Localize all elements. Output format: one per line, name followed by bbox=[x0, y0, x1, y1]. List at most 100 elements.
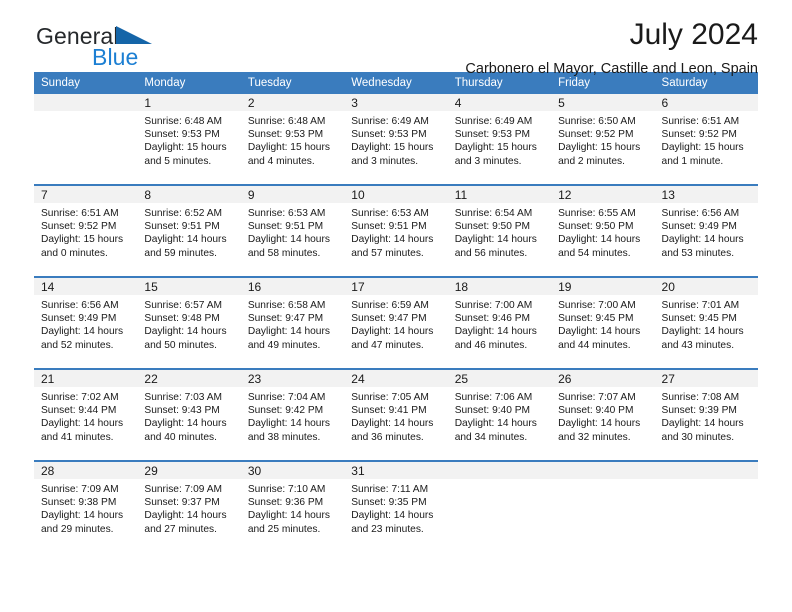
sunset-text: Sunset: 9:51 PM bbox=[351, 221, 427, 233]
sunset-text: Sunset: 9:35 PM bbox=[351, 497, 427, 509]
daylight-text-line2: and 59 minutes. bbox=[144, 247, 217, 259]
daylight-text-line2: and 41 minutes. bbox=[41, 431, 114, 443]
daylight-text-line1: Daylight: 15 hours bbox=[454, 142, 537, 154]
sunrise-text: Sunrise: 6:56 AM bbox=[41, 300, 119, 311]
day-number: 26 bbox=[551, 370, 655, 387]
calendar-day-cell[interactable]: 22 Sunrise: 7:03 AM Sunset: 9:43 PM Dayligh… bbox=[137, 368, 241, 461]
calendar-day-cell[interactable]: 11 Sunrise: 6:54 AM Sunset: 9:50 PM Dayligh… bbox=[447, 184, 552, 277]
calendar-empty-cell bbox=[34, 94, 138, 185]
sunrise-text: Sunrise: 7:01 AM bbox=[661, 300, 740, 311]
day-details: Sunrise: 6:51 AM Sunset: 9:52 PM Daylight:… bbox=[655, 111, 758, 168]
page-title: July 2024 bbox=[629, 18, 758, 51]
sunrise-text: Sunrise: 7:04 AM bbox=[247, 392, 326, 403]
sunrise-text: Sunrise: 7:06 AM bbox=[454, 392, 533, 403]
daylight-text-line2: and 46 minutes. bbox=[454, 339, 528, 351]
day-details: Sunrise: 6:57 AM Sunset: 9:48 PM Daylight:… bbox=[137, 295, 240, 352]
daylight-text-line2: and 44 minutes. bbox=[558, 339, 631, 351]
calendar-day-cell[interactable]: 8 Sunrise: 6:52 AM Sunset: 9:51 PM Daylight… bbox=[137, 184, 241, 277]
day-number: 15 bbox=[137, 278, 241, 295]
calendar-day-cell[interactable]: 6 Sunrise: 6:51 AM Sunset: 9:52 PM Daylight… bbox=[654, 94, 758, 185]
daylight-text-line2: and 52 minutes. bbox=[41, 339, 114, 351]
day-number: 5 bbox=[551, 94, 655, 111]
daylight-text-line1: Daylight: 14 hours bbox=[41, 418, 124, 430]
sunset-text: Sunset: 9:53 PM bbox=[351, 129, 427, 141]
sunset-text: Sunset: 9:45 PM bbox=[661, 313, 737, 325]
day-details: Sunrise: 7:10 AM Sunset: 9:36 PM Daylight:… bbox=[241, 479, 344, 536]
sunrise-text: Sunrise: 6:49 AM bbox=[454, 116, 533, 127]
daylight-text-line2: and 32 minutes. bbox=[558, 431, 631, 443]
calendar-day-cell[interactable]: 25 Sunrise: 7:06 AM Sunset: 9:40 PM Dayligh… bbox=[447, 368, 552, 461]
day-details: Sunrise: 6:48 AM Sunset: 9:53 PM Daylight:… bbox=[137, 111, 240, 168]
general-blue-logo[interactable]: General Blue bbox=[36, 24, 236, 72]
sunrise-text: Sunrise: 7:02 AM bbox=[41, 392, 119, 403]
calendar-page: General Blue July 2024 Carbonero el Mayo… bbox=[0, 0, 792, 612]
calendar-day-cell[interactable]: 30 Sunrise: 7:10 AM Sunset: 9:36 PM Dayligh… bbox=[240, 460, 345, 552]
calendar-day-cell[interactable]: 9 Sunrise: 6:53 AM Sunset: 9:51 PM Daylight… bbox=[240, 184, 345, 277]
day-details: Sunrise: 6:55 AM Sunset: 9:50 PM Daylight:… bbox=[551, 203, 654, 260]
daylight-text-line2: and 4 minutes. bbox=[247, 155, 315, 167]
calendar-day-cell[interactable]: 4 Sunrise: 6:49 AM Sunset: 9:53 PM Daylight… bbox=[447, 94, 552, 185]
sunset-text: Sunset: 9:49 PM bbox=[661, 221, 737, 233]
calendar-day-cell[interactable]: 5 Sunrise: 6:50 AM Sunset: 9:52 PM Daylight… bbox=[551, 94, 655, 185]
daylight-text-line1: Daylight: 15 hours bbox=[247, 142, 330, 154]
day-details: Sunrise: 6:49 AM Sunset: 9:53 PM Daylight:… bbox=[344, 111, 447, 168]
calendar-day-cell[interactable]: 7 Sunrise: 6:51 AM Sunset: 9:52 PM Daylight… bbox=[34, 184, 138, 277]
daylight-text-line2: and 30 minutes. bbox=[661, 431, 735, 443]
daylight-text-line2: and 57 minutes. bbox=[351, 247, 424, 259]
calendar-day-cell[interactable]: 10 Sunrise: 6:53 AM Sunset: 9:51 PM Dayligh… bbox=[344, 184, 448, 277]
calendar-day-cell[interactable]: 26 Sunrise: 7:07 AM Sunset: 9:40 PM Dayligh… bbox=[551, 368, 655, 461]
daylight-text-line1: Daylight: 14 hours bbox=[41, 510, 124, 522]
daylight-text-line2: and 38 minutes. bbox=[247, 431, 321, 443]
calendar-day-cell[interactable]: 18 Sunrise: 7:00 AM Sunset: 9:46 PM Dayligh… bbox=[447, 276, 552, 369]
sunset-text: Sunset: 9:38 PM bbox=[41, 497, 117, 509]
day-number: 28 bbox=[34, 462, 138, 479]
daylight-text-line2: and 40 minutes. bbox=[144, 431, 217, 443]
daylight-text-line1: Daylight: 14 hours bbox=[144, 418, 227, 430]
calendar-day-cell[interactable]: 20 Sunrise: 7:01 AM Sunset: 9:45 PM Dayligh… bbox=[654, 276, 758, 369]
weekday-header-tuesday: Tuesday bbox=[240, 72, 345, 94]
weekday-header-monday: Monday bbox=[137, 72, 241, 94]
day-number: 2 bbox=[240, 94, 345, 111]
daylight-text-line2: and 56 minutes. bbox=[454, 247, 528, 259]
calendar-day-cell[interactable]: 3 Sunrise: 6:49 AM Sunset: 9:53 PM Daylight… bbox=[344, 94, 448, 185]
calendar-day-cell[interactable]: 13 Sunrise: 6:56 AM Sunset: 9:49 PM Dayligh… bbox=[654, 184, 758, 277]
calendar-week-row: 1 Sunrise: 6:48 AM Sunset: 9:53 PM Daylight… bbox=[34, 94, 758, 185]
calendar-day-cell[interactable]: 21 Sunrise: 7:02 AM Sunset: 9:44 PM Dayligh… bbox=[34, 368, 138, 461]
daylight-text-line2: and 3 minutes. bbox=[351, 155, 419, 167]
day-details: Sunrise: 6:50 AM Sunset: 9:52 PM Daylight:… bbox=[551, 111, 654, 168]
sunset-text: Sunset: 9:51 PM bbox=[247, 221, 324, 233]
day-number: 27 bbox=[654, 370, 758, 387]
daylight-text-line2: and 29 minutes. bbox=[41, 523, 114, 535]
sunset-text: Sunset: 9:47 PM bbox=[351, 313, 427, 325]
calendar-day-cell[interactable]: 16 Sunrise: 6:58 AM Sunset: 9:47 PM Dayligh… bbox=[240, 276, 345, 369]
sunset-text: Sunset: 9:37 PM bbox=[144, 497, 220, 509]
day-number: 22 bbox=[137, 370, 241, 387]
calendar-day-cell[interactable]: 1 Sunrise: 6:48 AM Sunset: 9:53 PM Daylight… bbox=[137, 94, 241, 185]
day-number: 25 bbox=[447, 370, 552, 387]
daylight-text-line1: Daylight: 15 hours bbox=[144, 142, 227, 154]
page-header: General Blue July 2024 Carbonero el Mayo… bbox=[34, 0, 758, 77]
calendar-day-cell[interactable]: 28 Sunrise: 7:09 AM Sunset: 9:38 PM Dayligh… bbox=[34, 460, 138, 552]
sunrise-text: Sunrise: 7:09 AM bbox=[41, 484, 119, 495]
calendar-day-cell[interactable]: 23 Sunrise: 7:04 AM Sunset: 9:42 PM Dayligh… bbox=[240, 368, 345, 461]
calendar-day-cell[interactable]: 27 Sunrise: 7:08 AM Sunset: 9:39 PM Dayligh… bbox=[654, 368, 758, 461]
calendar-day-cell[interactable]: 29 Sunrise: 7:09 AM Sunset: 9:37 PM Dayligh… bbox=[137, 460, 241, 552]
daylight-text-line2: and 34 minutes. bbox=[454, 431, 528, 443]
daylight-text-line1: Daylight: 14 hours bbox=[247, 510, 330, 522]
calendar-day-cell[interactable]: 2 Sunrise: 6:48 AM Sunset: 9:53 PM Daylight… bbox=[240, 94, 345, 185]
calendar-week-row: 7 Sunrise: 6:51 AM Sunset: 9:52 PM Daylight… bbox=[34, 184, 758, 277]
calendar-day-cell[interactable]: 17 Sunrise: 6:59 AM Sunset: 9:47 PM Dayligh… bbox=[344, 276, 448, 369]
daylight-text-line1: Daylight: 15 hours bbox=[41, 234, 124, 246]
daylight-text-line2: and 58 minutes. bbox=[247, 247, 321, 259]
calendar-day-cell[interactable]: 19 Sunrise: 7:00 AM Sunset: 9:45 PM Dayligh… bbox=[551, 276, 655, 369]
calendar-day-cell[interactable]: 14 Sunrise: 6:56 AM Sunset: 9:49 PM Dayligh… bbox=[34, 276, 138, 369]
calendar-day-cell[interactable]: 31 Sunrise: 7:11 AM Sunset: 9:35 PM Dayligh… bbox=[344, 460, 448, 552]
daylight-text-line1: Daylight: 15 hours bbox=[558, 142, 641, 154]
daylight-text-line1: Daylight: 14 hours bbox=[247, 234, 330, 246]
daylight-text-line1: Daylight: 14 hours bbox=[661, 326, 744, 338]
calendar-day-cell[interactable]: 15 Sunrise: 6:57 AM Sunset: 9:48 PM Dayligh… bbox=[137, 276, 241, 369]
calendar-day-cell[interactable]: 24 Sunrise: 7:05 AM Sunset: 9:41 PM Dayligh… bbox=[344, 368, 448, 461]
calendar-day-cell[interactable]: 12 Sunrise: 6:55 AM Sunset: 9:50 PM Dayligh… bbox=[551, 184, 655, 277]
day-details: Sunrise: 7:05 AM Sunset: 9:41 PM Daylight:… bbox=[344, 387, 447, 444]
daylight-text-line2: and 1 minute. bbox=[661, 155, 724, 167]
